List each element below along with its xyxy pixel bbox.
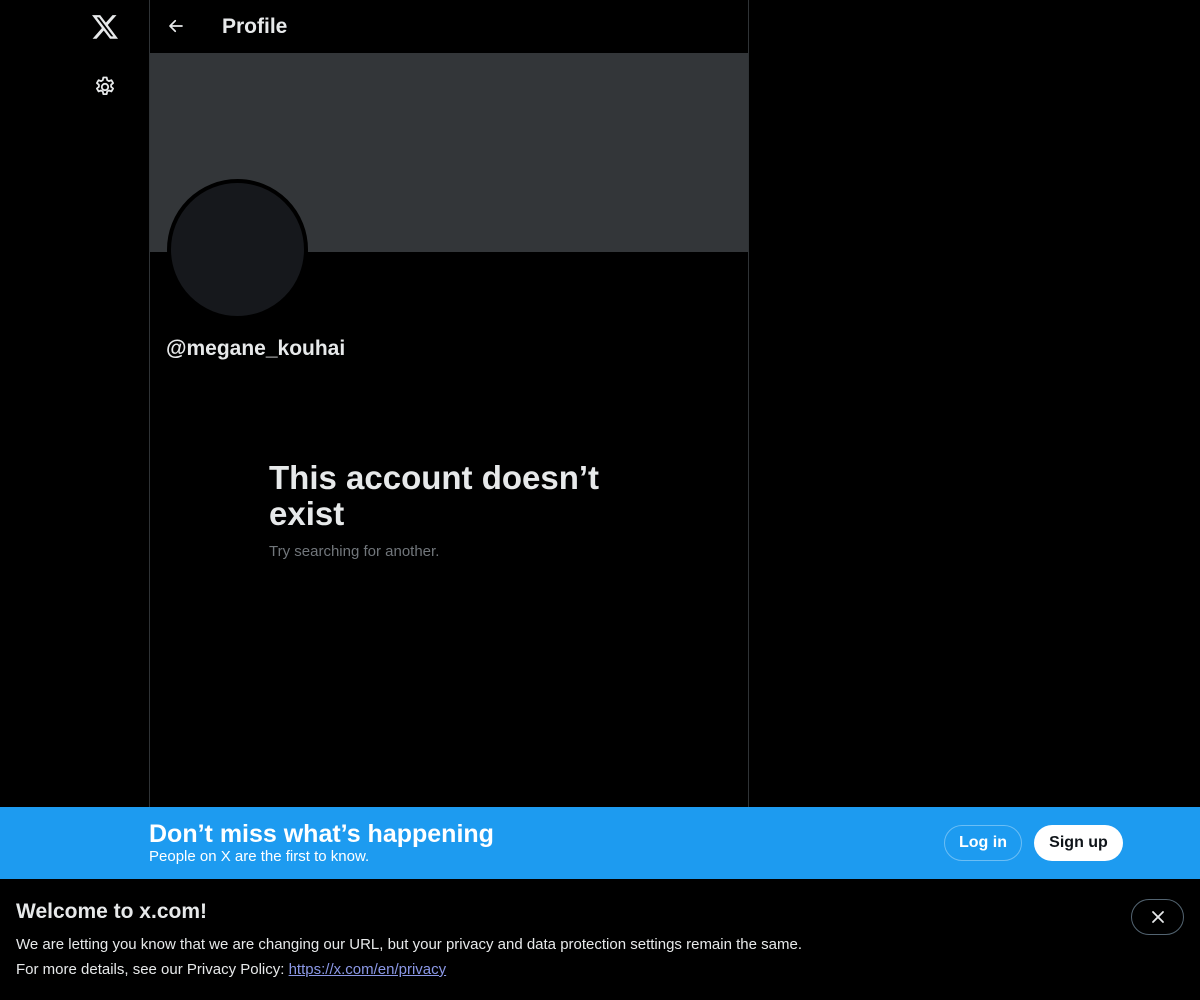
notice-text: We are letting you know that we are chan… <box>16 936 802 953</box>
notice-privacy-line: For more details, see our Privacy Policy… <box>16 961 446 979</box>
notice-close-button[interactable] <box>1131 899 1184 935</box>
back-button[interactable] <box>158 8 194 44</box>
notice-title: Welcome to x.com! <box>16 900 207 923</box>
profile-handle: @megane_kouhai <box>166 337 346 360</box>
arrow-left-icon <box>169 19 183 33</box>
close-icon <box>1151 911 1164 923</box>
x-logo-link[interactable] <box>80 2 130 52</box>
profile-header: Profile <box>150 0 748 53</box>
signup-subtext: People on X are the first to know. <box>149 848 370 865</box>
login-button[interactable]: Log in <box>944 825 1022 861</box>
empty-state: This account doesn’t exist Try searching… <box>269 460 629 562</box>
page-title: Profile <box>222 15 288 38</box>
signup-button[interactable]: Sign up <box>1034 825 1123 861</box>
settings-button[interactable] <box>80 62 130 112</box>
avatar <box>167 179 308 320</box>
privacy-policy-link[interactable]: https://x.com/en/privacy <box>289 961 447 978</box>
empty-state-subtitle: Try searching for another. <box>269 543 440 560</box>
welcome-notice: Welcome to x.com! We are letting you kno… <box>0 879 1200 1000</box>
x-logo-icon <box>91 14 118 39</box>
signup-headline: Don’t miss what’s happening <box>149 820 494 848</box>
signup-bar: Don’t miss what’s happening People on X … <box>0 807 1200 879</box>
empty-state-title: This account doesn’t exist <box>269 459 600 532</box>
notice-privacy-prefix: For more details, see our Privacy Policy… <box>16 961 289 978</box>
gear-icon <box>96 76 114 95</box>
